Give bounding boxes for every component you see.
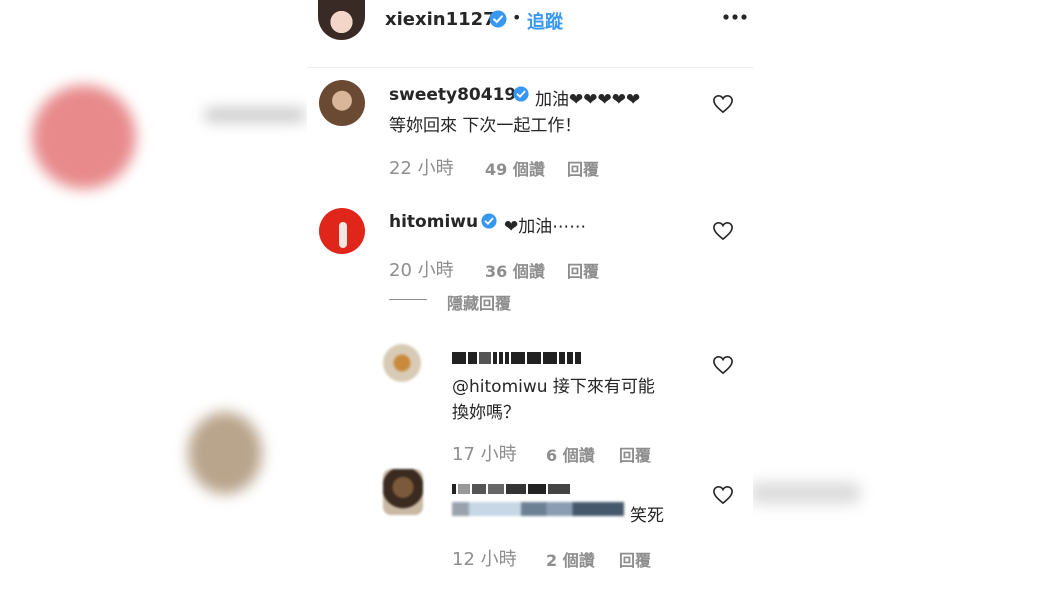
comment-time[interactable]: 20 小時 xyxy=(389,256,454,282)
username-pixelated xyxy=(452,479,572,494)
avatar[interactable] xyxy=(319,208,365,254)
comment-text: 加油❤❤❤❤❤ xyxy=(535,90,641,110)
verified-badge-icon xyxy=(481,213,497,229)
hide-replies-line xyxy=(389,299,427,300)
comment-username[interactable]: sweety80419 xyxy=(389,85,516,105)
mention-pixelated[interactable] xyxy=(452,502,624,516)
blurred-background-text xyxy=(205,108,305,122)
comment-likes[interactable]: 2 個讚 xyxy=(546,547,595,571)
comment-time[interactable]: 22 小時 xyxy=(389,154,454,180)
follow-button[interactable]: 追蹤 xyxy=(527,8,563,34)
comment-text: 等妳回來 下次一起工作！ xyxy=(389,116,582,136)
header-divider xyxy=(307,67,753,68)
username-pixelated xyxy=(452,349,583,364)
like-heart-icon[interactable] xyxy=(712,485,734,505)
header-separator: • xyxy=(512,8,522,27)
comment-time[interactable]: 17 小時 xyxy=(452,440,517,466)
avatar[interactable] xyxy=(319,80,365,126)
avatar[interactable] xyxy=(383,469,423,515)
reply-text-line1: 接下來有可能 xyxy=(547,377,655,397)
blurred-background-icons xyxy=(750,482,860,504)
comment-text: ❤加油⋯⋯ xyxy=(504,217,587,237)
like-heart-icon[interactable] xyxy=(712,221,734,241)
more-options-button[interactable] xyxy=(722,9,748,25)
more-dots-icon xyxy=(723,14,747,20)
reply-button[interactable]: 回覆 xyxy=(619,547,651,571)
reply-button[interactable]: 回覆 xyxy=(567,258,599,282)
blurred-background-avatar xyxy=(32,85,136,189)
verified-badge-icon xyxy=(489,10,507,28)
reply-button[interactable]: 回覆 xyxy=(619,442,651,466)
hide-replies-button[interactable]: 隱藏回覆 xyxy=(447,290,511,314)
comment-likes[interactable]: 36 個讚 xyxy=(485,258,545,282)
comment-username[interactable]: hitomiwu xyxy=(389,212,478,232)
mention-link[interactable]: @hitomiwu xyxy=(452,377,548,397)
reply-text: @hitomiwu 接下來有可能 xyxy=(452,372,655,397)
reply-button[interactable]: 回覆 xyxy=(567,156,599,180)
reply-text: 笑死 xyxy=(630,506,664,526)
avatar[interactable] xyxy=(383,344,421,382)
blurred-background-avatar-2 xyxy=(188,412,262,494)
verified-badge-icon xyxy=(513,86,529,102)
like-heart-icon[interactable] xyxy=(712,355,734,375)
comment-time[interactable]: 12 小時 xyxy=(452,545,517,571)
post-author-username[interactable]: xiexin1127 xyxy=(385,9,496,30)
comment-likes[interactable]: 49 個讚 xyxy=(485,156,545,180)
comment-likes[interactable]: 6 個讚 xyxy=(546,442,595,466)
like-heart-icon[interactable] xyxy=(712,94,734,114)
reply-text: 換妳嗎？ xyxy=(452,403,520,423)
